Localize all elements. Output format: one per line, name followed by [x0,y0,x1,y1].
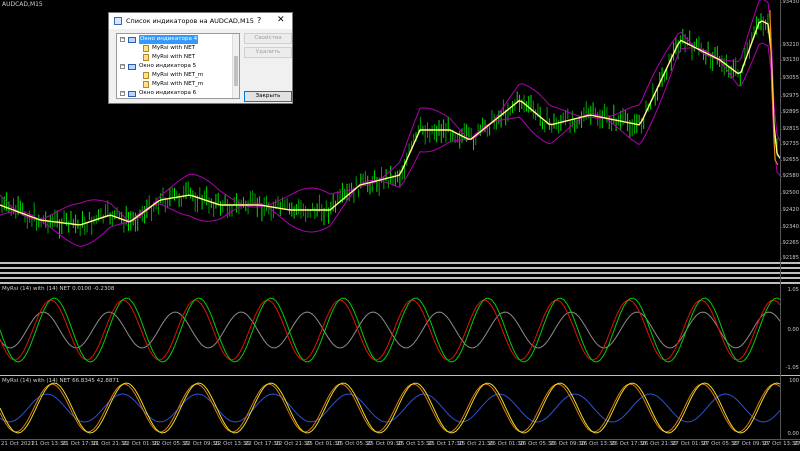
indicator-list-dialog[interactable]: Список индикаторов на AUDCAD,M15 ? ✕ − Ок… [108,12,293,104]
time-axis[interactable]: 21 Oct 2021 21 Oct 13:30 21 Oct 17:30 21 Oc… [0,439,800,451]
tree-expander-icon[interactable]: − [120,91,125,96]
tree-indicator-node[interactable]: MyRsi with NET_m [117,98,233,99]
custom-indicator-icon [143,72,149,79]
tree-window-node[interactable]: − Окно индикатора 5 [117,62,233,71]
indicator-title: MyRsi (14) with (14) NET 66.8345 42.8871 [2,378,120,384]
price-label: 0.92580 [781,173,799,179]
price-label: 0.92815 [781,126,799,132]
tree-node-label: MyRsi with NET [152,54,196,60]
indicator-title: MyRsi (14) with (14) NET 0.0100 -0.2308 [2,286,115,292]
properties-button[interactable]: Свойства [244,33,292,44]
price-scale[interactable]: 0.93430 0.93210 0.93130 0.93055 0.92975 0.928… [781,0,800,262]
indicator-tree[interactable]: − Окно индикатора 4 MyRsi with NET MyRsi wi… [116,33,240,99]
price-label: 0.92735 [781,141,799,147]
close-icon[interactable]: ✕ [277,15,285,25]
indicator-scale[interactable]: 1.05 0.00 -1.05 [781,285,800,375]
close-button[interactable]: Закрыть [244,91,292,102]
tree-window-node[interactable]: − Окно индикатора 6 [117,89,233,98]
oscillator-line [0,382,781,434]
tree-indicator-node[interactable]: MyRsi with NET_m [117,80,233,89]
panel-separator[interactable] [0,272,800,274]
tree-node-label: MyRsi with NET_m [152,81,204,87]
rsi-net-plot-2[interactable] [0,377,781,439]
tree-node-label: Окно индикатора 5 [139,63,197,69]
price-label: 0.92185 [781,255,799,261]
price-label: 0.92420 [781,207,799,213]
tree-node-label: MyRsi with NET_m [152,72,204,78]
time-label: 27 Oct 17:30 [794,441,800,447]
panel-separator[interactable] [0,262,800,264]
custom-indicator-icon [143,54,149,61]
indicator-panel-rsi-net[interactable]: MyRsi (14) with (14) NET 0.0100 -0.2308 [0,285,781,375]
panel-separator[interactable] [0,375,800,376]
price-label: 0.92500 [781,190,799,196]
custom-indicator-icon [143,45,149,52]
delete-button[interactable]: Удалить [244,47,292,58]
chart-symbol-title: AUDCAD,M15 [2,1,43,8]
price-label: 0.92265 [781,240,799,246]
time-label: 21 Oct 2021 [1,441,35,447]
dialog-title: Список индикаторов на AUDCAD,M15 [126,17,254,25]
indicator-window-icon [128,63,136,70]
indicator-window-icon [128,90,136,97]
tree-node-label: MyRsi with NET [152,45,196,51]
price-label: 0.92655 [781,157,799,163]
panel-separator[interactable] [0,282,800,284]
indicator-window-icon [128,36,136,43]
indicator-list-icon [114,17,122,25]
indicator-panel-rsi-net-2[interactable]: MyRsi (14) with (14) NET 66.8345 42.8871 [0,377,781,439]
price-label: 0.93430 [781,0,799,5]
scrollbar-thumb[interactable] [234,56,238,86]
scale-label: 100 [789,378,799,384]
price-label: 0.92340 [781,224,799,230]
scale-label: 0.00 [787,431,799,437]
price-label: 0.92975 [781,93,799,99]
price-axis-border [780,0,781,440]
scale-label: 0.00 [787,327,799,333]
indicator-scale[interactable]: 100 0.00 [781,377,800,439]
tree-scrollbar[interactable] [232,34,239,98]
tree-node-label: Окно индикатора 4 [139,35,199,44]
price-label: 0.93130 [781,57,799,63]
tree-node-label: MyRsi with NET_m [152,98,203,99]
panel-separator[interactable] [0,267,800,269]
scale-label: -1.05 [785,365,799,371]
panel-separator[interactable] [0,277,800,279]
scale-label: 1.05 [787,287,799,293]
oscillator-line [0,311,781,349]
price-label: 0.93210 [781,42,799,48]
tree-indicator-node[interactable]: MyRsi with NET [117,44,233,53]
help-button[interactable]: ? [257,16,261,25]
price-label: 0.93055 [781,75,799,81]
dialog-title-bar[interactable]: Список индикаторов на AUDCAD,M15 ? ✕ [109,13,292,29]
rsi-net-plot[interactable] [0,285,781,375]
tree-node-label: Окно индикатора 6 [139,90,197,96]
price-label: 0.92895 [781,109,799,115]
tree-expander-icon[interactable]: − [120,64,125,69]
custom-indicator-icon [143,81,149,88]
tree-window-node[interactable]: − Окно индикатора 4 [117,35,233,44]
tree-indicator-node[interactable]: MyRsi with NET [117,53,233,62]
tree-indicator-node[interactable]: MyRsi with NET_m [117,71,233,80]
tree-expander-icon[interactable]: − [120,37,125,42]
